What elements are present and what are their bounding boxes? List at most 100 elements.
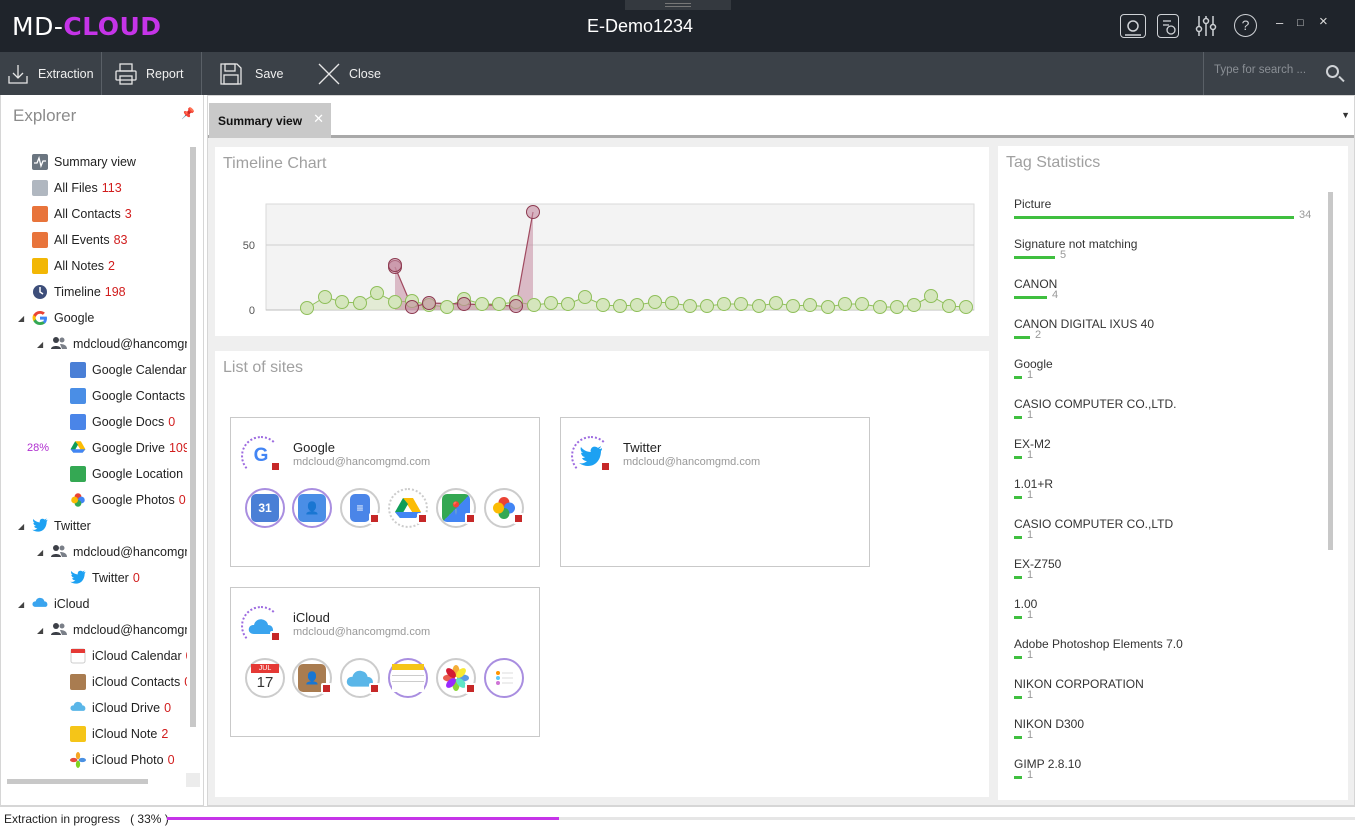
icloud-drive-icon[interactable] xyxy=(340,658,380,698)
extraction-progress-fill xyxy=(167,817,560,820)
close-button[interactable]: Close xyxy=(317,52,381,95)
tree-item[interactable]: iCloud Note 2 xyxy=(70,721,168,747)
tag-item[interactable]: CANON DIGITAL IXUS 40 2 xyxy=(1014,317,1314,341)
tree-item[interactable]: Timeline 198 xyxy=(32,279,126,305)
expand-arrow-icon[interactable]: ◢ xyxy=(37,626,43,635)
tree-item[interactable]: Google Docs 0 xyxy=(70,409,175,435)
tag-bar xyxy=(1014,296,1047,299)
close-window-button[interactable]: × xyxy=(1319,13,1328,30)
tree-item[interactable]: iCloud Contacts0 xyxy=(70,669,187,695)
google-docs-icon[interactable]: ≡ xyxy=(340,488,380,528)
tab-close-icon[interactable]: ✕ xyxy=(313,111,324,127)
tag-item[interactable]: Picture 34 xyxy=(1014,197,1314,221)
tree-item[interactable]: All Files 113 xyxy=(32,175,122,201)
tag-item[interactable]: 1.00 1 xyxy=(1014,597,1314,621)
tree-item-count: 2 xyxy=(161,727,169,741)
icloud-calendar-icon[interactable]: JUL 17 xyxy=(245,658,285,698)
timeline-point xyxy=(907,298,921,312)
tree-item[interactable]: ◢ mdcloud@hancomgn xyxy=(37,331,187,357)
tag-item[interactable]: GIMP 2.8.10 1 xyxy=(1014,757,1314,781)
expand-arrow-icon[interactable]: ◢ xyxy=(37,548,43,557)
expand-arrow-icon[interactable]: ◢ xyxy=(18,600,24,609)
tree-item[interactable]: Twitter 0 xyxy=(70,565,140,591)
screenshot-icon[interactable] xyxy=(1120,14,1146,38)
tree-item[interactable]: ◢ mdcloud@hancomgn xyxy=(37,539,187,565)
tab-dropdown-icon[interactable]: ▼ xyxy=(1341,110,1350,120)
search-icon[interactable] xyxy=(1326,65,1339,78)
timeline-point xyxy=(821,300,835,314)
tree-item[interactable]: 28% Google Drive 109 xyxy=(27,435,187,461)
google-maps-icon[interactable]: 📍 xyxy=(436,488,476,528)
timeline-point xyxy=(838,297,852,311)
tag-item[interactable]: EX-Z750 1 xyxy=(1014,557,1314,581)
site-account: mdcloud@hancomgmd.com xyxy=(623,456,761,468)
icloud-contacts-icon[interactable]: 👤 xyxy=(292,658,332,698)
tree-item[interactable]: ◢ Google xyxy=(18,305,94,331)
tree-item[interactable]: Google Location H xyxy=(70,461,187,487)
maximize-button[interactable]: □ xyxy=(1297,17,1304,29)
tree-item[interactable]: All Events 83 xyxy=(32,227,128,253)
y-tick-label: 50 xyxy=(243,240,255,252)
tree-item[interactable]: All Contacts 3 xyxy=(32,201,132,227)
sliders-icon[interactable] xyxy=(1194,14,1218,38)
site-card-icloud[interactable]: iCloud mdcloud@hancomgmd.com JUL 17 👤 xyxy=(230,587,540,737)
tree-item[interactable]: Google Calendar8 xyxy=(70,357,187,383)
minimize-button[interactable]: – xyxy=(1276,15,1283,30)
tag-item[interactable]: Google 1 xyxy=(1014,357,1314,381)
tag-statistics-scrollbar[interactable] xyxy=(1328,192,1333,550)
icloud-photos-icon[interactable] xyxy=(436,658,476,698)
timeline-chart[interactable]: 50 0 xyxy=(215,147,989,336)
site-card-twitter[interactable]: Twitter mdcloud@hancomgmd.com xyxy=(560,417,870,567)
tag-count: 1 xyxy=(1027,729,1034,741)
toolbar: Extraction Report Save Close xyxy=(0,52,1355,95)
icloud-reminders-icon[interactable] xyxy=(484,658,524,698)
tag-item[interactable]: CANON 4 xyxy=(1014,277,1314,301)
help-icon[interactable]: ? xyxy=(1234,14,1257,37)
tag-item[interactable]: NIKON D300 1 xyxy=(1014,717,1314,741)
pin-icon[interactable]: 📌 xyxy=(181,107,195,120)
tag-item[interactable]: CASIO COMPUTER CO.,LTD. 1 xyxy=(1014,397,1314,421)
tag-item[interactable]: 1.01+R 1 xyxy=(1014,477,1314,501)
tree-item[interactable]: Google Photos 0 xyxy=(70,487,186,513)
tag-item[interactable]: EX-M2 1 xyxy=(1014,437,1314,461)
window-drag-handle[interactable] xyxy=(625,0,731,10)
explorer-vertical-scrollbar[interactable] xyxy=(190,147,196,727)
tag-count: 1 xyxy=(1027,369,1034,381)
tree-item[interactable]: iCloud Drive 0 xyxy=(70,695,171,721)
google-photos-icon[interactable] xyxy=(484,488,524,528)
save-button[interactable]: Save xyxy=(219,52,284,95)
expand-arrow-icon[interactable]: ◢ xyxy=(18,314,24,323)
icloud-calendar-icon xyxy=(70,648,86,664)
tree-item[interactable]: Google Contacts1 xyxy=(70,383,187,409)
google-contacts-icon[interactable]: 👤 xyxy=(292,488,332,528)
expand-arrow-icon[interactable]: ◢ xyxy=(37,340,43,349)
report-button[interactable]: Report xyxy=(114,52,184,95)
tree-item-label: Google Contacts xyxy=(92,389,186,403)
tree-item[interactable]: iCloud Photo 0 xyxy=(70,747,175,773)
tree-item-label: All Files xyxy=(54,181,98,195)
icloud-notes-icon[interactable] xyxy=(388,658,428,698)
clipboard-clock-icon[interactable] xyxy=(1157,14,1179,38)
tree-item[interactable]: ◢ mdcloud@hancomgn xyxy=(37,617,187,643)
tree-item[interactable]: ◢ iCloud xyxy=(18,591,89,617)
tag-item[interactable]: Signature not matching 5 xyxy=(1014,237,1314,261)
extraction-button[interactable]: Extraction xyxy=(6,52,94,95)
timeline-point xyxy=(544,296,558,310)
tree-item[interactable]: iCloud Calendar 0 xyxy=(70,643,187,669)
tag-item[interactable]: Adobe Photoshop Elements 7.0 1 xyxy=(1014,637,1314,661)
timeline-point xyxy=(700,299,714,313)
tree-item[interactable]: All Notes 2 xyxy=(32,253,115,279)
tab-summary-view[interactable]: Summary view ✕ xyxy=(209,103,331,138)
tag-item[interactable]: CASIO COMPUTER CO.,LTD 1 xyxy=(1014,517,1314,541)
tree-item[interactable]: ◢ Twitter xyxy=(18,513,91,539)
google-calendar-icon[interactable]: 31 xyxy=(245,488,285,528)
tag-count: 1 xyxy=(1027,449,1034,461)
expand-arrow-icon[interactable]: ◢ xyxy=(18,522,24,531)
explorer-horizontal-scrollbar[interactable] xyxy=(7,779,148,784)
tag-item[interactable]: NIKON CORPORATION 1 xyxy=(1014,677,1314,701)
google-drive-icon[interactable] xyxy=(388,488,428,528)
site-card-google[interactable]: G Google mdcloud@hancomgmd.com 31 👤 ≡ 📍 xyxy=(230,417,540,567)
search-input[interactable] xyxy=(1214,64,1314,76)
tree-item[interactable]: Summary view xyxy=(32,149,136,175)
tag-name: 1.00 xyxy=(1014,597,1038,611)
